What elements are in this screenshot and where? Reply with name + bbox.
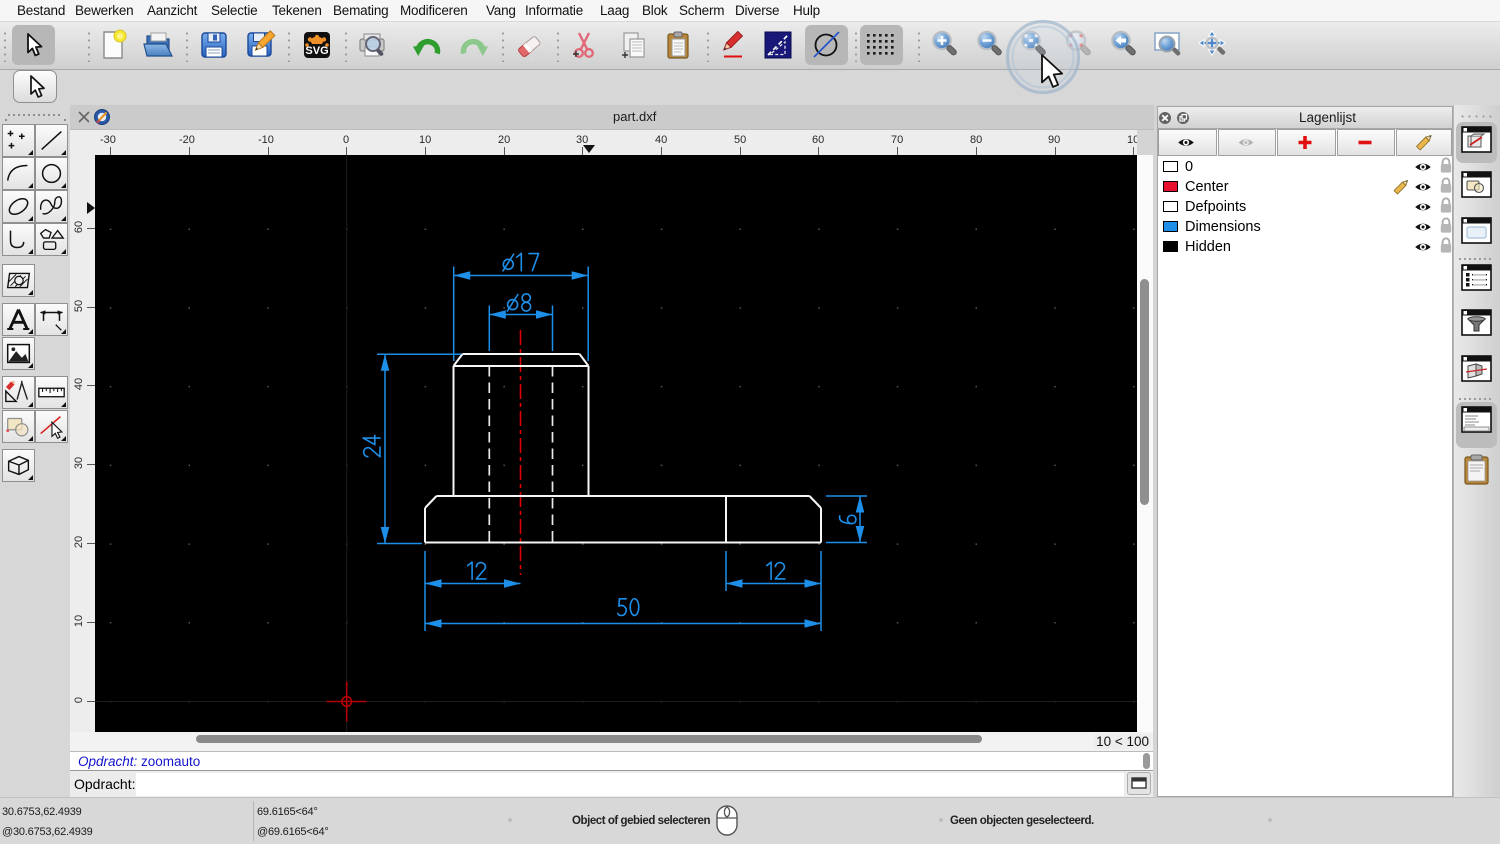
svg-text:SVG: SVG <box>305 45 328 57</box>
